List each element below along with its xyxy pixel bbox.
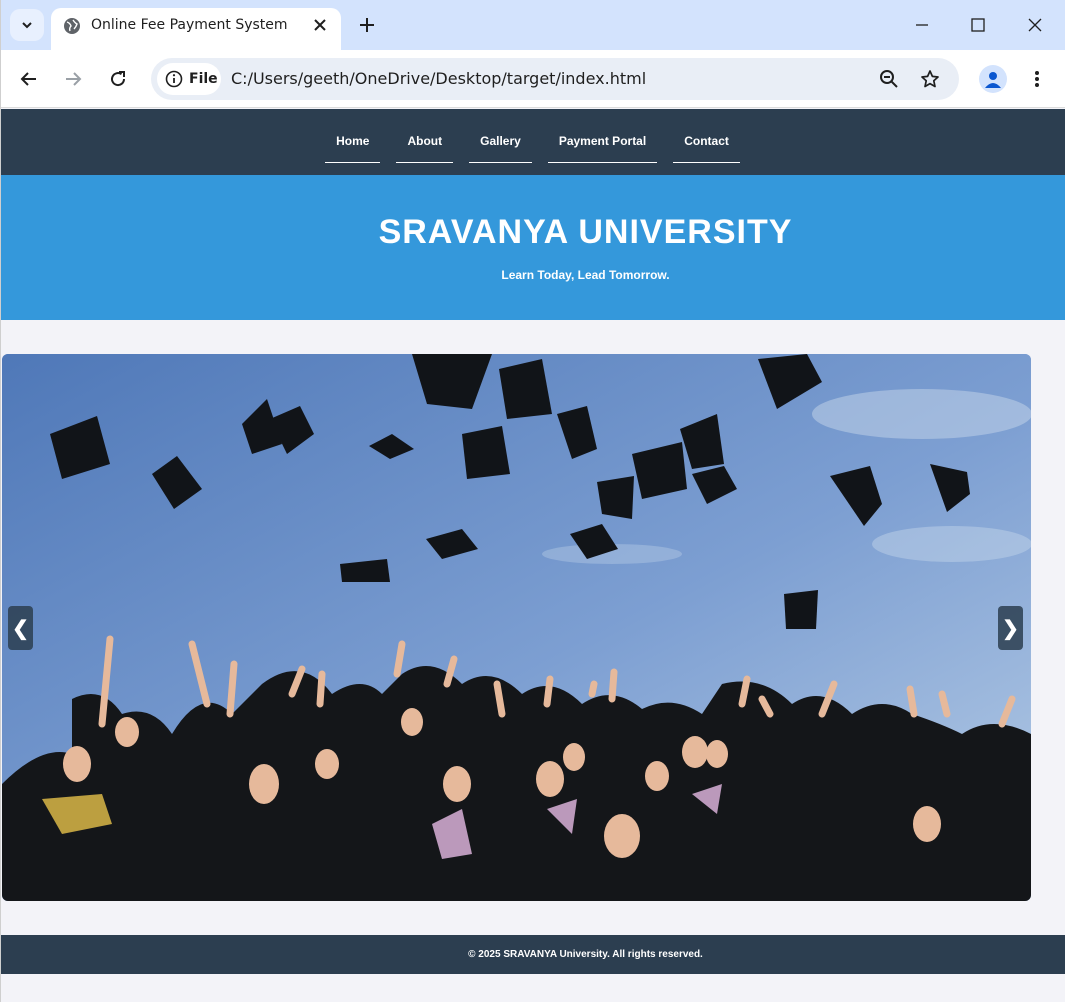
bookmark-button[interactable] xyxy=(917,66,943,92)
reload-icon xyxy=(111,71,126,87)
maximize-icon xyxy=(971,18,985,32)
window-border xyxy=(0,0,1,1002)
back-button[interactable] xyxy=(16,66,42,92)
browser-menu-button[interactable] xyxy=(1024,66,1050,92)
image-slider: ❮ ❯ xyxy=(2,354,1031,901)
slider-next-button[interactable]: ❯ xyxy=(998,606,1023,650)
graduation-photo xyxy=(2,354,1031,901)
minimize-icon xyxy=(916,24,928,26)
new-tab-button[interactable] xyxy=(354,12,380,38)
site-navbar: Home About Gallery Payment Portal Contac… xyxy=(0,109,1065,175)
tab-title: Online Fee Payment System xyxy=(91,17,288,33)
close-tab-button[interactable] xyxy=(311,16,329,34)
address-bar[interactable]: File C:/Users/geeth/OneDrive/Desktop/tar… xyxy=(151,58,959,100)
forward-button[interactable] xyxy=(60,66,86,92)
tab-search-icon xyxy=(22,22,32,29)
back-icon xyxy=(20,72,36,86)
more-vert-icon xyxy=(1035,71,1039,87)
nav-link-payment-portal[interactable]: Payment Portal xyxy=(547,109,658,163)
profile-button[interactable] xyxy=(979,65,1007,93)
site-info-chip[interactable]: File xyxy=(157,63,221,95)
nav-link-home[interactable]: Home xyxy=(325,109,381,163)
browser-toolbar: File C:/Users/geeth/OneDrive/Desktop/tar… xyxy=(0,50,1065,108)
forward-icon xyxy=(66,72,82,86)
info-icon xyxy=(165,70,183,88)
window-close-icon xyxy=(1028,18,1042,32)
university-title: SRAVANYA UNIVERSITY xyxy=(378,213,793,251)
maximize-button[interactable] xyxy=(963,10,993,40)
tab-search-button[interactable] xyxy=(10,9,44,41)
web-page: Home About Gallery Payment Portal Contac… xyxy=(0,109,1065,1002)
plus-icon xyxy=(360,18,374,32)
site-footer: © 2025 SRAVANYA University. All rights r… xyxy=(0,935,1065,974)
zoom-button[interactable] xyxy=(876,66,902,92)
reload-button[interactable] xyxy=(105,66,131,92)
star-icon xyxy=(921,70,939,88)
minimize-button[interactable] xyxy=(907,10,937,40)
profile-icon xyxy=(985,72,1001,88)
university-tagline: Learn Today, Lead Tomorrow. xyxy=(501,268,670,282)
hero-banner: SRAVANYA UNIVERSITY Learn Today, Lead To… xyxy=(0,175,1065,320)
nav-link-about[interactable]: About xyxy=(396,109,454,163)
nav-link-gallery[interactable]: Gallery xyxy=(469,109,532,163)
url-text[interactable]: C:/Users/geeth/OneDrive/Desktop/target/i… xyxy=(231,69,646,88)
close-icon xyxy=(314,19,326,31)
slider-prev-button[interactable]: ❮ xyxy=(8,606,33,650)
globe-icon xyxy=(64,18,80,34)
browser-tab-strip: Online Fee Payment System xyxy=(0,0,1065,50)
nav-link-contact[interactable]: Contact xyxy=(673,109,740,163)
active-tab[interactable]: Online Fee Payment System xyxy=(51,8,341,50)
window-close-button[interactable] xyxy=(1020,10,1050,40)
zoom-out-icon xyxy=(880,70,898,88)
site-chip-label: File xyxy=(189,71,218,87)
